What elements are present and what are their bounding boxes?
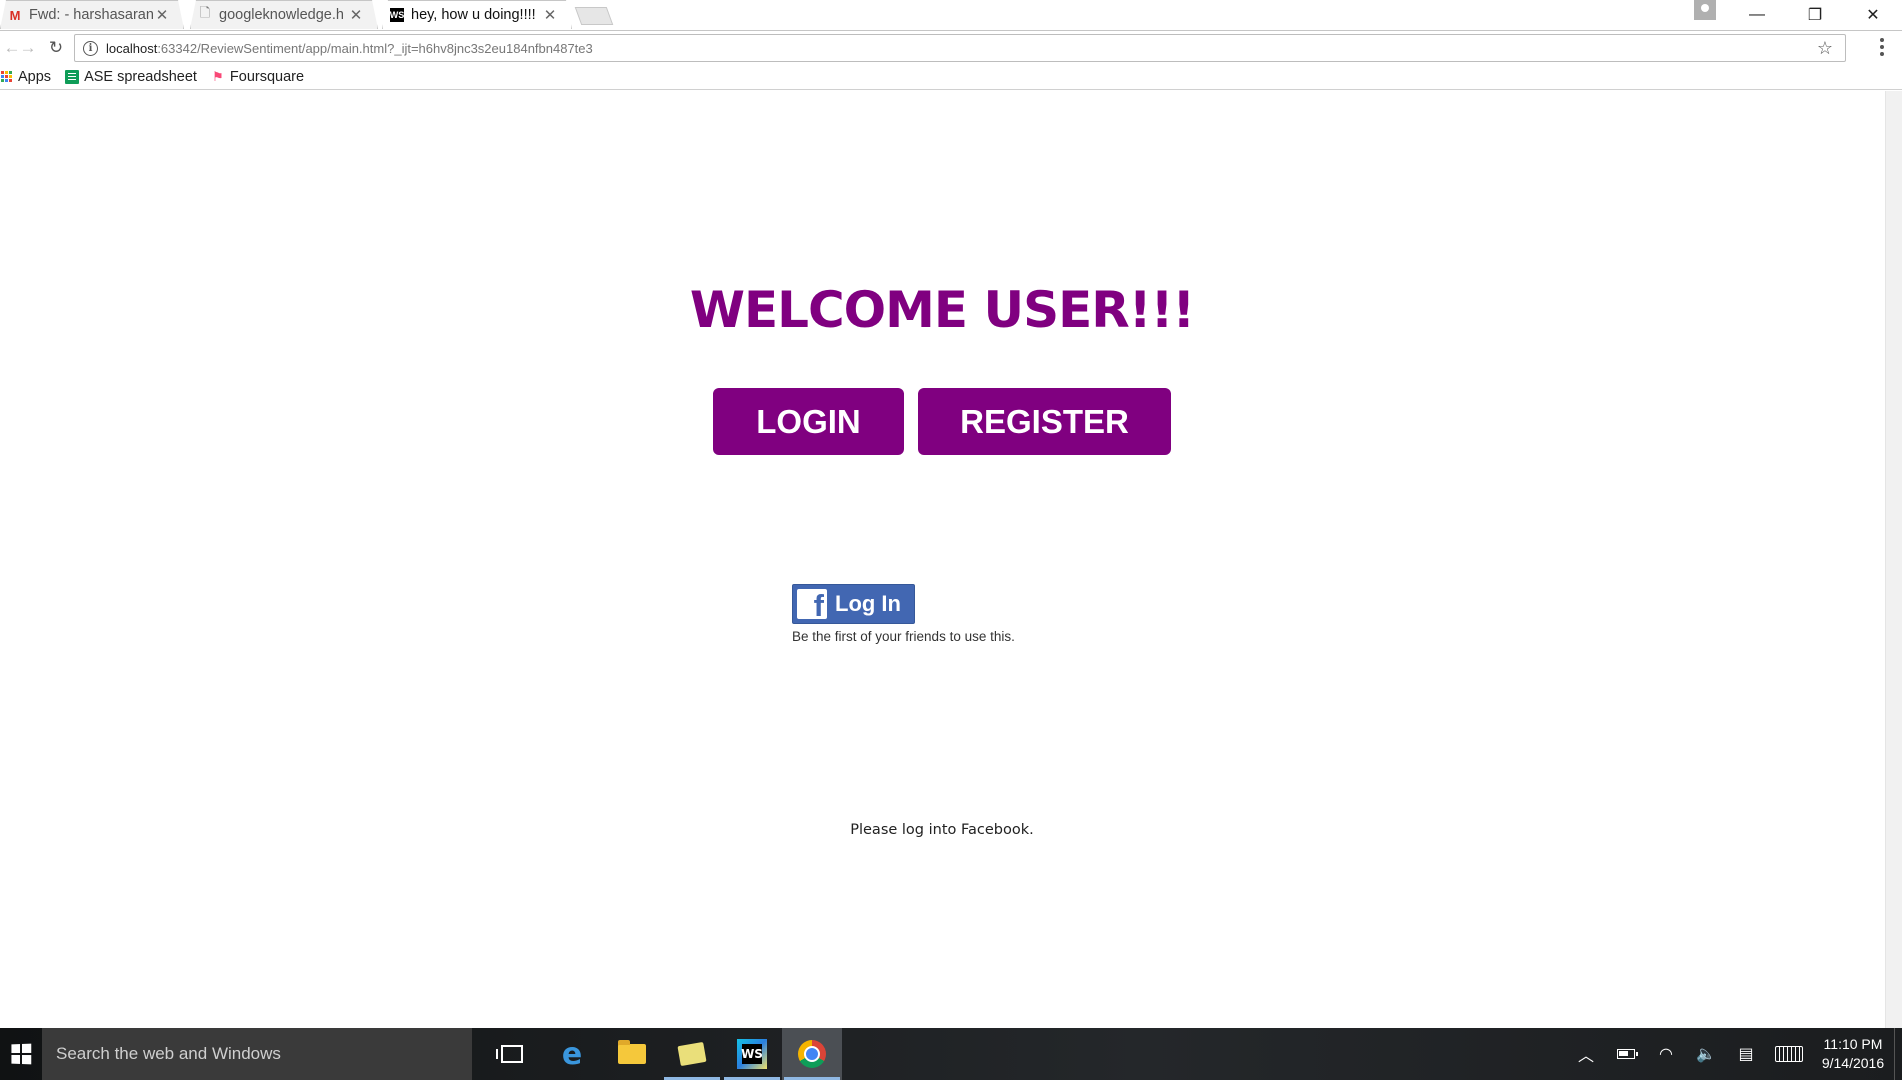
profile-icon[interactable] <box>1694 0 1716 20</box>
close-tab-icon[interactable]: ✕ <box>541 6 559 24</box>
bookmark-star-icon[interactable]: ☆ <box>1817 38 1833 59</box>
browser-toolbar: ← → ↻ i localhost:63342/ReviewSentiment/… <box>0 30 1902 64</box>
taskbar-clock[interactable]: 11:10 PM 9/14/2016 <box>1812 1035 1894 1073</box>
facebook-friends-text: Be the first of your friends to use this… <box>792 629 1015 644</box>
task-view-icon <box>496 1045 523 1063</box>
bookmark-foursquare[interactable]: ⚑ Foursquare <box>211 69 304 85</box>
tab-gmail[interactable]: M Fwd: - harshasarana ✕ <box>0 0 184 29</box>
bookmarks-bar: Apps ASE spreadsheet ⚑ Foursquare <box>0 64 1902 90</box>
taskbar-edge[interactable]: e <box>542 1028 602 1080</box>
clock-date: 9/14/2016 <box>1821 1055 1885 1071</box>
apps-grid-icon <box>1 71 12 82</box>
facebook-login-button[interactable]: f Log In <box>792 584 915 624</box>
foursquare-icon: ⚑ <box>212 68 224 84</box>
new-tab-button[interactable] <box>574 7 614 25</box>
folder-icon <box>618 1040 646 1064</box>
touch-keyboard-icon[interactable] <box>1766 1028 1812 1080</box>
action-center-icon[interactable]: ▤ <box>1726 1028 1766 1080</box>
bookmark-ase-spreadsheet[interactable]: ASE spreadsheet <box>65 69 197 85</box>
show-desktop-button[interactable] <box>1894 1028 1902 1080</box>
wifi-icon[interactable]: ◠ <box>1646 1028 1686 1080</box>
system-tray: ︿ ◠ 🔈 ▤ 11:10 PM 9/14/2016 <box>1566 1028 1902 1080</box>
chrome-menu-icon[interactable] <box>1876 36 1888 58</box>
page-scrollbar[interactable] <box>1885 91 1902 1028</box>
start-button[interactable] <box>0 1028 42 1080</box>
page-icon: 🗋 <box>199 5 211 20</box>
minimize-icon[interactable]: — <box>1728 0 1786 29</box>
bookmark-label: Foursquare <box>229 68 305 85</box>
tab-active-page[interactable]: WS hey, how u doing!!!! ✕ <box>382 0 572 29</box>
sticky-notes-icon <box>677 1041 707 1067</box>
browser-tab-strip: M Fwd: - harshasarana ✕ 🗋 googleknowledg… <box>0 0 1902 30</box>
forward-icon[interactable]: → <box>16 36 40 60</box>
show-hidden-icons-icon[interactable]: ︿ <box>1566 1028 1606 1080</box>
facebook-status-text: Please log into Facebook. <box>850 822 1034 838</box>
tab-googleknowledge[interactable]: 🗋 googleknowledge.h ✕ <box>190 0 378 29</box>
login-button[interactable]: LOGIN <box>713 388 904 455</box>
address-bar[interactable]: i localhost:63342/ReviewSentiment/app/ma… <box>74 34 1846 62</box>
webstorm-icon: WS <box>389 10 405 20</box>
windows-logo-icon <box>11 1043 32 1065</box>
reload-icon[interactable]: ↻ <box>44 36 68 60</box>
facebook-login-label: Log In <box>835 591 901 616</box>
register-button[interactable]: REGISTER <box>918 388 1171 455</box>
taskbar-search-box[interactable]: Search the web and Windows <box>42 1028 472 1080</box>
spreadsheet-icon <box>65 69 80 84</box>
tab-title: googleknowledge.h <box>219 7 344 23</box>
taskbar-sticky-notes[interactable] <box>662 1028 722 1080</box>
edge-icon: e <box>561 1036 583 1072</box>
taskbar-webstorm[interactable]: WS <box>722 1028 782 1080</box>
taskbar-chrome[interactable] <box>782 1028 842 1080</box>
bookmark-label: Apps <box>18 68 52 85</box>
info-icon[interactable]: i <box>83 40 98 56</box>
bookmark-label: ASE spreadsheet <box>84 68 197 85</box>
close-window-icon[interactable]: ✕ <box>1844 0 1902 29</box>
bookmark-apps[interactable]: Apps <box>0 69 51 85</box>
page-content: WELCOME USER!!! LOGIN REGISTER f Log In … <box>0 91 1902 1028</box>
battery-icon[interactable] <box>1606 1028 1646 1080</box>
facebook-icon: f <box>797 589 827 619</box>
windows-taskbar: Search the web and Windows e WS ︿ ◠ 🔈 ▤ … <box>0 1028 1902 1080</box>
task-view-button[interactable] <box>482 1028 542 1080</box>
webstorm-icon: WS <box>737 1039 767 1069</box>
tab-title: hey, how u doing!!!! <box>411 7 536 23</box>
clock-time: 11:10 PM <box>1823 1036 1883 1052</box>
welcome-heading: WELCOME USER!!! <box>689 281 1195 339</box>
url-host: localhost <box>106 40 158 56</box>
gmail-icon: M <box>9 7 21 23</box>
volume-icon[interactable]: 🔈 <box>1686 1028 1726 1080</box>
url-path: :63342/ReviewSentiment/app/main.html?_ij… <box>157 40 593 56</box>
close-tab-icon[interactable]: ✕ <box>347 6 365 24</box>
restore-icon[interactable]: ❐ <box>1786 0 1844 29</box>
close-tab-icon[interactable]: ✕ <box>153 6 171 24</box>
chrome-icon <box>798 1040 826 1068</box>
taskbar-file-explorer[interactable] <box>602 1028 662 1080</box>
window-controls: — ❐ ✕ <box>1728 0 1902 29</box>
tab-title: Fwd: - harshasarana <box>29 7 153 23</box>
